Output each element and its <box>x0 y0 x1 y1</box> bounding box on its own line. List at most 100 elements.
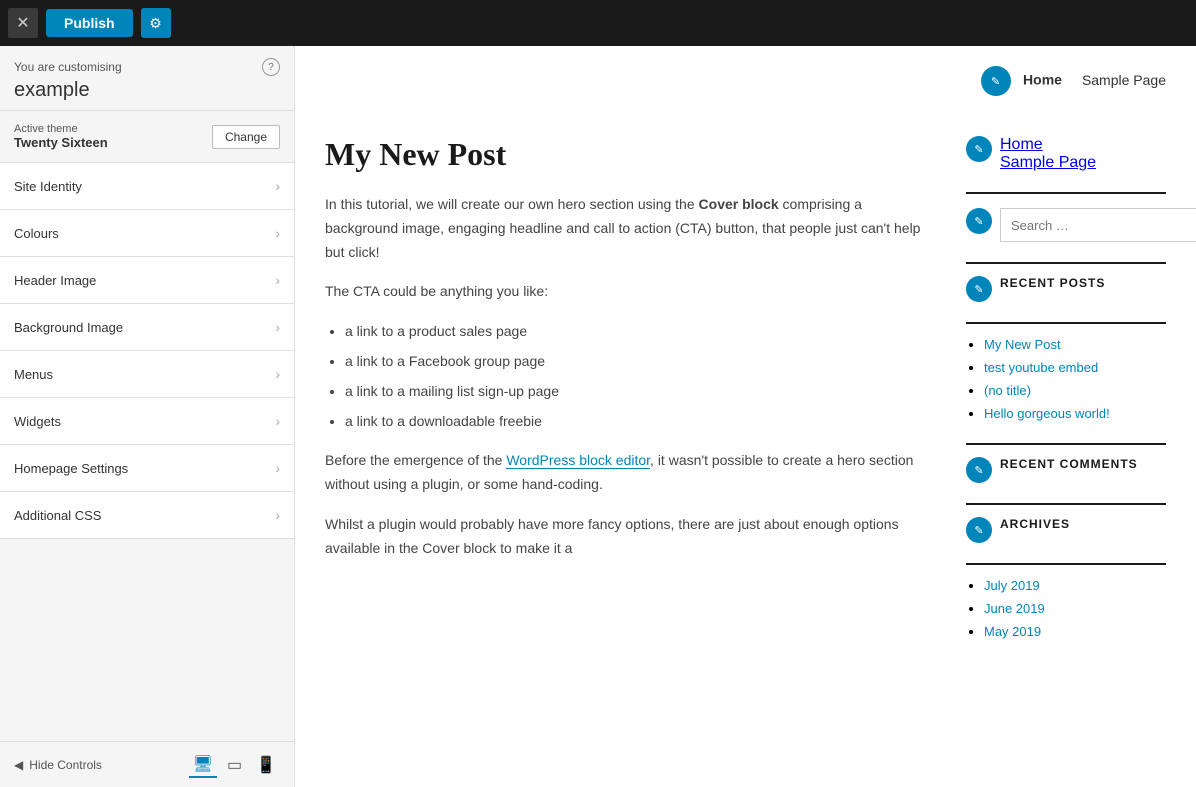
archives-widget: ✎ ARCHIVES July 2019 June 2019 May 2019 <box>966 517 1166 641</box>
recent-posts-list: My New Post test youtube embed (no title… <box>966 336 1166 423</box>
site-content: ✎ Home Sample Page My New Post <box>295 46 1196 787</box>
sidebar-item-label: Widgets <box>14 414 61 429</box>
theme-name: Twenty Sixteen <box>14 135 108 150</box>
nav-widget-links: Home Sample Page <box>1000 136 1096 172</box>
chevron-right-icon: › <box>275 366 280 382</box>
archives-header: ✎ ARCHIVES <box>966 517 1166 543</box>
hide-controls-label: Hide Controls <box>29 758 102 772</box>
sidebar-item-site-identity[interactable]: Site Identity › <box>0 163 294 210</box>
sidebar-footer: ◀ Hide Controls 🖥 ▭ 📱 <box>0 741 294 787</box>
recent-comments-widget: ✎ RECENT COMMENTS <box>966 457 1166 483</box>
post-paragraph-2: The CTA could be anything you like: <box>325 280 936 304</box>
arrow-left-icon: ◀ <box>14 758 23 772</box>
active-theme-label: Active theme <box>14 123 108 135</box>
archive-link-3[interactable]: May 2019 <box>984 624 1041 639</box>
recent-posts-title: RECENT POSTS <box>1000 276 1105 290</box>
edit-icon-archives: ✎ <box>966 517 992 543</box>
list-item: (no title) <box>984 382 1166 400</box>
list-item: June 2019 <box>984 600 1166 618</box>
preview-inner: ✎ Home Sample Page My New Post <box>295 46 1196 787</box>
archives-title: ARCHIVES <box>1000 517 1070 531</box>
chevron-right-icon: › <box>275 272 280 288</box>
list-item: a link to a Facebook group page <box>345 350 936 374</box>
nav-link-home[interactable]: Home <box>1023 72 1062 88</box>
nav-divider <box>966 192 1166 194</box>
sidebar-item-label: Homepage Settings <box>14 461 128 476</box>
post-body: In this tutorial, we will create our own… <box>325 193 936 561</box>
archives-divider <box>966 563 1166 565</box>
recent-comments-title: RECENT COMMENTS <box>1000 457 1138 471</box>
list-item: test youtube embed <box>984 359 1166 377</box>
recent-posts-header: ✎ RECENT POSTS <box>966 276 1166 302</box>
sidebar: You are customising ? example Active the… <box>0 46 295 787</box>
tablet-icon: ▭ <box>227 757 242 774</box>
search-input[interactable] <box>1001 211 1196 240</box>
site-nav: ✎ Home Sample Page <box>325 66 1166 96</box>
nav-widget-home[interactable]: Home <box>1000 136 1043 153</box>
publish-button[interactable]: Publish <box>46 9 133 37</box>
sidebar-item-additional-css[interactable]: Additional CSS › <box>0 492 294 539</box>
recent-post-link-4[interactable]: Hello gorgeous world! <box>984 406 1110 421</box>
tablet-view-button[interactable]: ▭ <box>223 752 246 778</box>
customising-label: You are customising <box>14 60 122 74</box>
sidebar-item-header-image[interactable]: Header Image › <box>0 257 294 304</box>
theme-section: Active theme Twenty Sixteen Change <box>0 111 294 163</box>
sidebar-top: You are customising ? example <box>0 46 294 111</box>
sidebar-item-homepage-settings[interactable]: Homepage Settings › <box>0 445 294 492</box>
main-layout: You are customising ? example Active the… <box>0 46 1196 787</box>
recent-post-link-3[interactable]: (no title) <box>984 383 1031 398</box>
close-icon: ✕ <box>16 13 29 33</box>
gear-icon: ⚙ <box>149 15 162 32</box>
nav-item-sample-page: Sample Page <box>1082 72 1166 90</box>
sidebar-item-background-image[interactable]: Background Image › <box>0 304 294 351</box>
recent-comments-divider <box>966 503 1166 505</box>
post-paragraph-1: In this tutorial, we will create our own… <box>325 193 936 264</box>
wp-block-editor-link[interactable]: WordPress block editor <box>506 452 650 469</box>
sidebar-item-menus[interactable]: Menus › <box>0 351 294 398</box>
edit-icon-search: ✎ <box>966 208 992 234</box>
sidebar-menu: Site Identity › Colours › Header Image ›… <box>0 163 294 741</box>
change-theme-button[interactable]: Change <box>212 125 280 149</box>
sidebar-item-label: Background Image <box>14 320 123 335</box>
help-button[interactable]: ? <box>262 58 280 76</box>
chevron-right-icon: › <box>275 460 280 476</box>
recent-posts-widget: ✎ RECENT POSTS My New Post test youtube … <box>966 276 1166 423</box>
archive-link-1[interactable]: July 2019 <box>984 578 1040 593</box>
list-item: a link to a product sales page <box>345 320 936 344</box>
recent-post-link-2[interactable]: test youtube embed <box>984 360 1098 375</box>
customising-label-row: You are customising ? <box>14 58 280 76</box>
sidebar-item-label: Site Identity <box>14 179 82 194</box>
list-item: July 2019 <box>984 577 1166 595</box>
nav-widget-sample-page[interactable]: Sample Page <box>1000 154 1096 171</box>
top-bar: ✕ Publish ⚙ <box>0 0 1196 46</box>
gear-button[interactable]: ⚙ <box>141 8 171 38</box>
post-title: My New Post <box>325 136 936 173</box>
search-box: 🔍 <box>1000 208 1196 242</box>
post-paragraph-4: Whilst a plugin would probably have more… <box>325 513 936 561</box>
preview-area: ✎ Home Sample Page My New Post <box>295 46 1196 787</box>
list-item: May 2019 <box>984 623 1166 641</box>
nav-link-sample-page[interactable]: Sample Page <box>1082 72 1166 88</box>
hide-controls-button[interactable]: ◀ Hide Controls <box>14 758 102 772</box>
mobile-icon: 📱 <box>256 757 276 774</box>
main-content: My New Post In this tutorial, we will cr… <box>325 136 936 661</box>
desktop-view-button[interactable]: 🖥 <box>189 752 217 778</box>
post-list: a link to a product sales page a link to… <box>345 320 936 433</box>
recent-post-link-1[interactable]: My New Post <box>984 337 1061 352</box>
mobile-view-button[interactable]: 📱 <box>252 752 280 778</box>
close-button[interactable]: ✕ <box>8 8 38 38</box>
chevron-right-icon: › <box>275 507 280 523</box>
chevron-right-icon: › <box>275 413 280 429</box>
list-item: a link to a mailing list sign-up page <box>345 380 936 404</box>
sidebar-item-widgets[interactable]: Widgets › <box>0 398 294 445</box>
edit-icon-nav: ✎ <box>981 66 1011 96</box>
search-widget: ✎ 🔍 <box>966 208 1166 242</box>
archive-link-2[interactable]: June 2019 <box>984 601 1045 616</box>
sidebar-item-colours[interactable]: Colours › <box>0 210 294 257</box>
nav-list: ✎ Home Sample Page <box>981 66 1166 96</box>
chevron-right-icon: › <box>275 225 280 241</box>
list-item: My New Post <box>984 336 1166 354</box>
search-divider <box>966 262 1166 264</box>
chevron-right-icon: › <box>275 319 280 335</box>
chevron-right-icon: › <box>275 178 280 194</box>
